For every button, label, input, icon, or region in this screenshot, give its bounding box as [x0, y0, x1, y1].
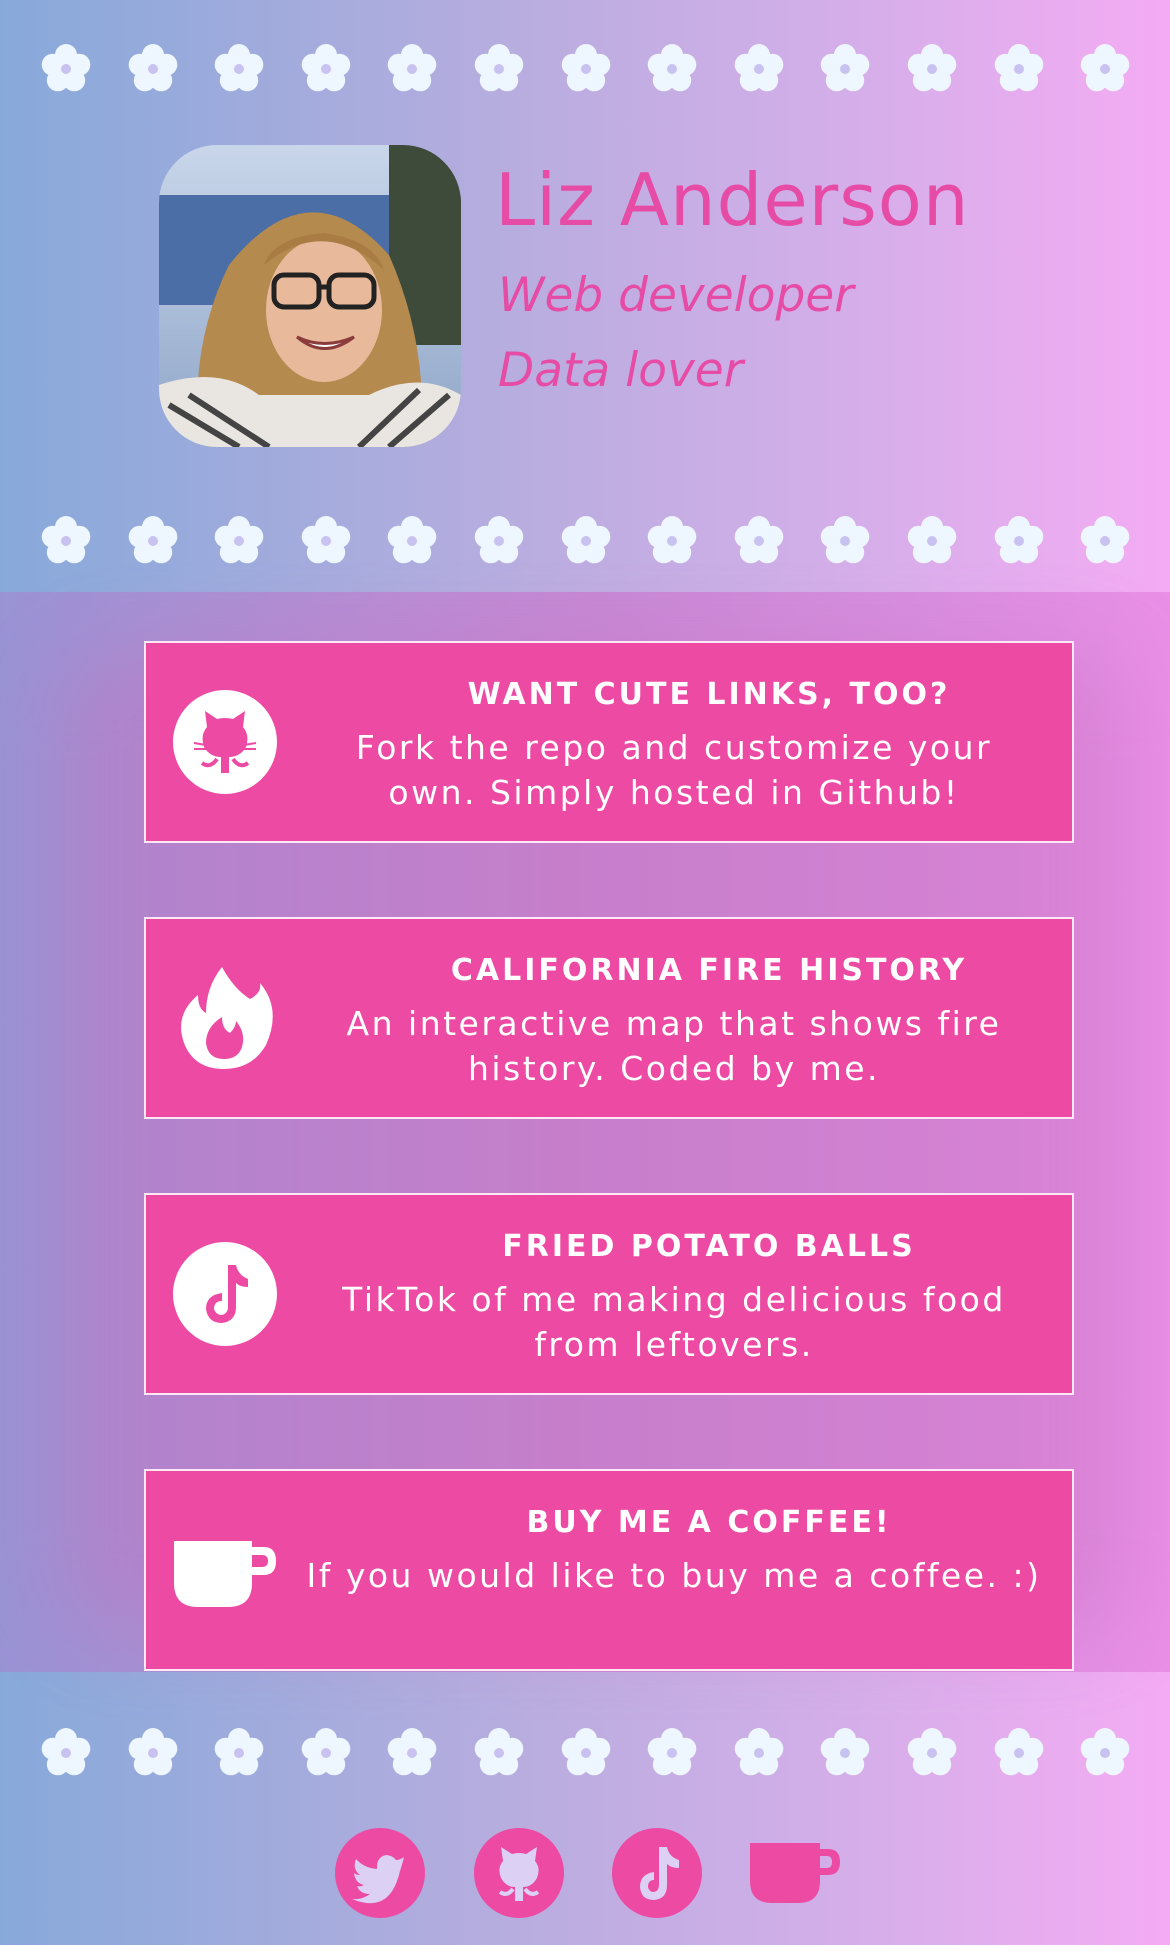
flower-icon [471, 513, 527, 569]
flower-icon [211, 41, 267, 97]
flower-border-bottom [0, 1725, 1170, 1795]
flower-icon [904, 513, 960, 569]
flower-icon [991, 1725, 1047, 1781]
flower-icon [298, 513, 354, 569]
flower-icon [991, 513, 1047, 569]
flower-icon [904, 41, 960, 97]
tiktok-icon[interactable] [611, 1827, 703, 1919]
flower-icon [644, 513, 700, 569]
flower-icon [817, 1725, 873, 1781]
link-description: If you would like to buy me a coffee. :) [306, 1556, 1042, 1595]
avatar [159, 145, 461, 447]
flower-icon [471, 41, 527, 97]
flower-icon [1077, 41, 1133, 97]
tagline-role: Web developer [498, 268, 854, 323]
flower-border-top [0, 41, 1170, 111]
flower-icon [471, 1725, 527, 1781]
flower-icon [125, 41, 181, 97]
flower-icon [384, 1725, 440, 1781]
flower-icon [991, 41, 1047, 97]
flower-icon [125, 1725, 181, 1781]
flower-icon [298, 41, 354, 97]
link-card-fire-history[interactable]: CALIFORNIA FIRE HISTORY An interactive m… [144, 917, 1074, 1119]
flower-icon [558, 41, 614, 97]
link-card-cute-links[interactable]: WANT CUTE LINKS, TOO? Fork the repo and … [144, 641, 1074, 843]
flower-icon [644, 1725, 700, 1781]
link-description: TikTok of me making delicious food from … [342, 1280, 1006, 1364]
flower-icon [384, 513, 440, 569]
link-description: An interactive map that shows fire histo… [346, 1004, 1002, 1088]
link-card-potato-balls[interactable]: FRIED POTATO BALLS TikTok of me making d… [144, 1193, 1074, 1395]
flower-icon [38, 513, 94, 569]
tiktok-icon [172, 1241, 278, 1347]
link-title: WANT CUTE LINKS, TOO? [467, 677, 951, 712]
flower-icon [38, 41, 94, 97]
github-icon[interactable] [473, 1827, 565, 1919]
flower-icon [644, 41, 700, 97]
flower-icon [211, 1725, 267, 1781]
flower-icon [1077, 513, 1133, 569]
flower-icon [558, 1725, 614, 1781]
flower-icon [384, 41, 440, 97]
fire-icon [172, 965, 278, 1071]
coffee-cup-icon[interactable] [748, 1827, 840, 1919]
flower-icon [558, 513, 614, 569]
flower-border-middle [0, 513, 1170, 583]
twitter-icon[interactable] [334, 1827, 426, 1919]
link-card-buy-coffee[interactable]: BUY ME A COFFEE! If you would like to bu… [144, 1469, 1074, 1671]
link-title: FRIED POTATO BALLS [502, 1229, 916, 1264]
flower-icon [38, 1725, 94, 1781]
flower-icon [125, 513, 181, 569]
flower-icon [904, 1725, 960, 1781]
github-icon [172, 689, 278, 795]
coffee-cup-icon [172, 1517, 278, 1623]
link-title: BUY ME A COFFEE! [526, 1505, 892, 1540]
flower-icon [731, 513, 787, 569]
flower-icon [817, 513, 873, 569]
link-description: Fork the repo and customize your own. Si… [355, 728, 993, 812]
flower-icon [731, 41, 787, 97]
profile-name: Liz Anderson [495, 158, 970, 242]
flower-icon [731, 1725, 787, 1781]
link-title: CALIFORNIA FIRE HISTORY [450, 953, 968, 988]
flower-icon [1077, 1725, 1133, 1781]
tagline-interest: Data lover [498, 343, 744, 398]
flower-icon [298, 1725, 354, 1781]
flower-icon [817, 41, 873, 97]
flower-icon [211, 513, 267, 569]
